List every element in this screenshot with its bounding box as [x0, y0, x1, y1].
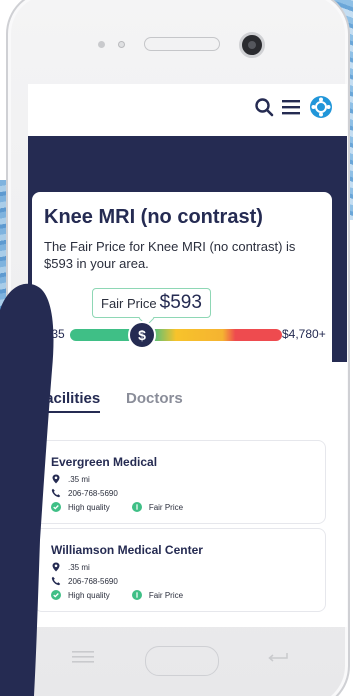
fair-price-badge-label: Fair Price	[148, 502, 184, 512]
facility-badges-row: High quality Fair Price	[51, 590, 183, 600]
tab-doctors[interactable]: Doctors	[126, 390, 183, 407]
dollar-circle-icon	[131, 590, 142, 600]
facility-name[interactable]: Evergreen Medical	[51, 455, 157, 469]
procedure-title: Knee MRI (no contrast)	[44, 206, 263, 228]
fair-price-value: $593	[159, 292, 202, 313]
procedure-description: The Fair Price for Knee MRI (no contrast…	[44, 239, 296, 271]
sensor-dot	[98, 41, 105, 48]
recent-apps-icon[interactable]	[72, 650, 94, 664]
fair-price-card: Knee MRI (no contrast) The Fair Price fo…	[32, 192, 332, 398]
facility-distance: .35 mi	[68, 474, 90, 484]
facility-name[interactable]: Williamson Medical Center	[51, 543, 203, 557]
price-range-bar	[70, 329, 282, 341]
facility-badges-row: High quality Fair Price	[51, 502, 183, 512]
back-icon[interactable]	[268, 651, 290, 665]
home-button[interactable]	[145, 646, 219, 676]
facility-phone[interactable]: 206-768-5690	[68, 489, 118, 498]
front-camera	[239, 32, 265, 58]
fair-price-badge: Fair Price	[131, 590, 184, 600]
speaker-slot	[144, 37, 220, 51]
dollar-circle-icon	[131, 502, 142, 512]
price-slider-thumb[interactable]: $	[128, 321, 156, 349]
facility-card[interactable]: Williamson Medical Center .35 mi 206-768…	[34, 528, 326, 612]
results-tabs: Facilities Doctors	[28, 384, 347, 414]
fair-price-label: Fair Price	[101, 295, 157, 311]
fair-price-badge: Fair Price	[131, 502, 184, 512]
search-icon[interactable]	[254, 97, 274, 117]
price-section-background: Knee MRI (no contrast) The Fair Price fo…	[28, 136, 347, 398]
quality-badge: High quality	[68, 590, 110, 600]
fair-price-tooltip: Fair Price $593	[92, 288, 211, 318]
facility-distance: .35 mi	[68, 562, 90, 572]
app-header	[28, 84, 347, 136]
fair-price-badge-label: Fair Price	[148, 590, 184, 600]
price-range-max: $4,780+	[282, 327, 326, 341]
hand-silhouette	[0, 283, 54, 696]
app-screen: Knee MRI (no contrast) The Fair Price fo…	[28, 84, 347, 627]
facility-phone[interactable]: 206-768-5690	[68, 577, 118, 586]
sensor-dot	[118, 41, 125, 48]
facility-card[interactable]: Evergreen Medical .35 mi 206-768-5690 Hi…	[34, 440, 326, 524]
menu-icon[interactable]	[281, 98, 301, 116]
quality-badge: High quality	[68, 502, 110, 512]
logo-icon[interactable]	[309, 95, 333, 119]
